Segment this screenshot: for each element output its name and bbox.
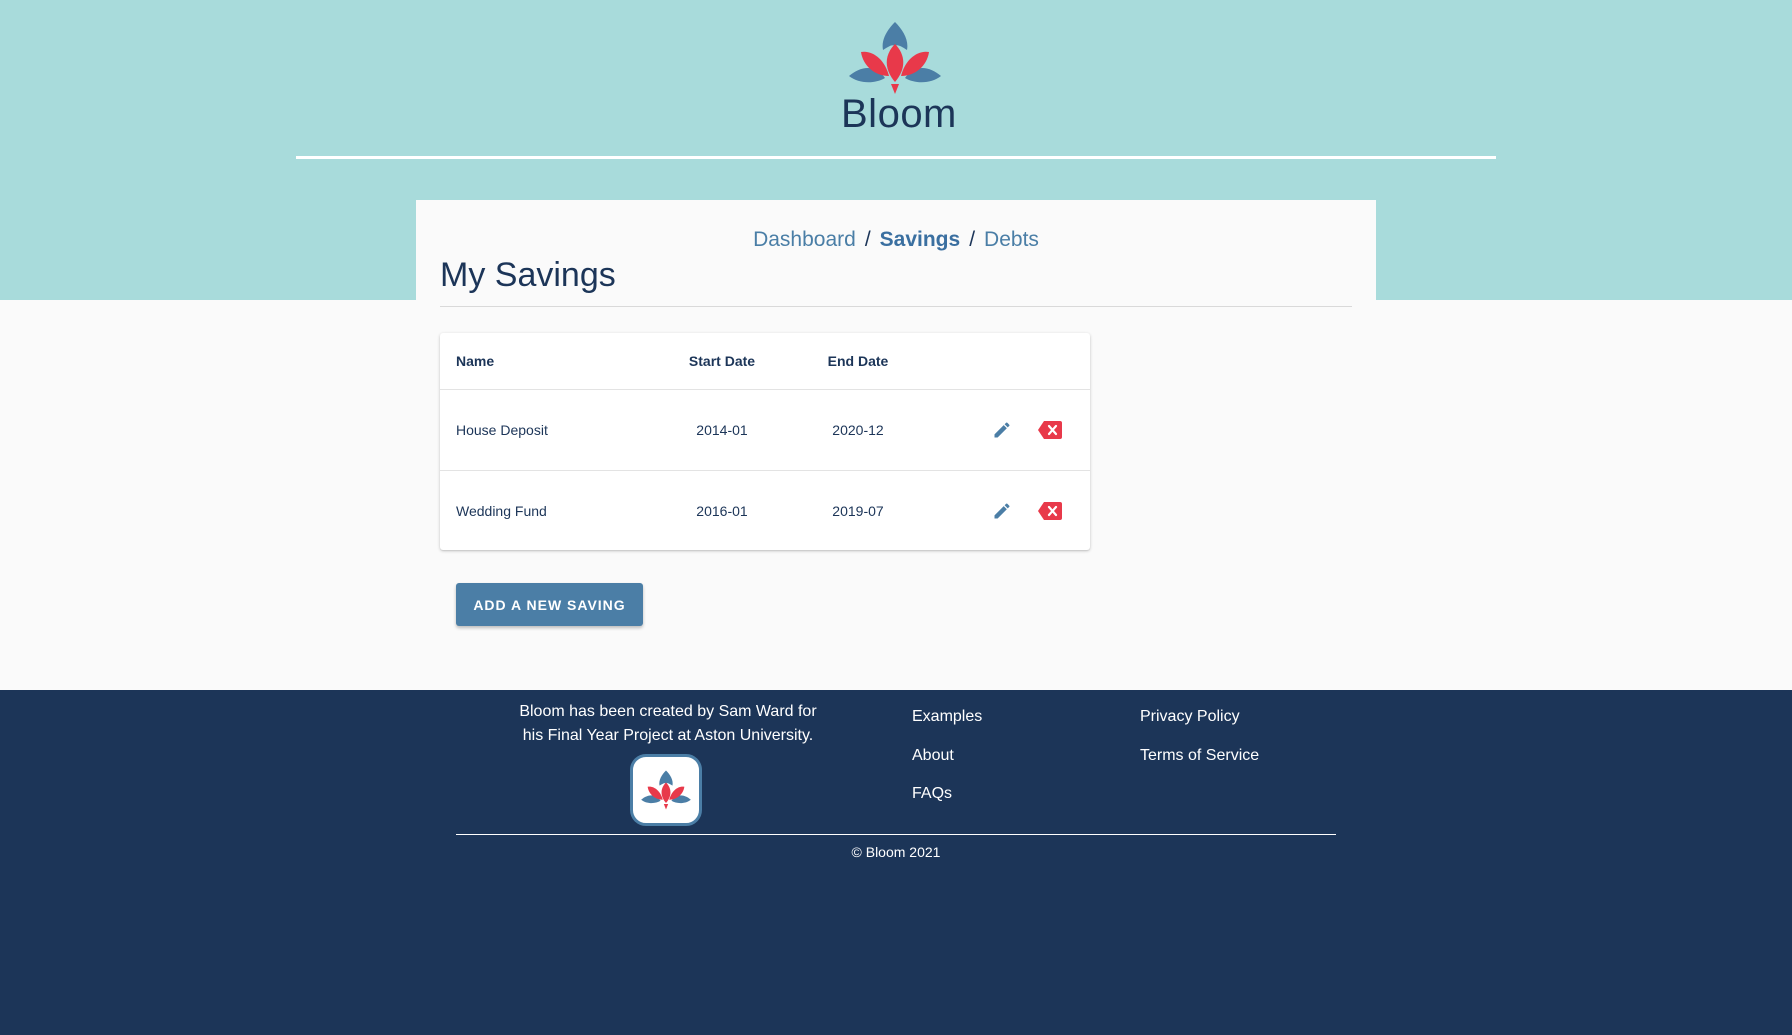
footer-link-faqs[interactable]: FAQs xyxy=(912,785,952,803)
breadcrumb-separator: / xyxy=(969,228,976,251)
column-header-end-date[interactable]: End Date xyxy=(808,353,908,369)
footer-link-privacy-policy[interactable]: Privacy Policy xyxy=(1140,708,1240,726)
footer-about-line: Bloom has been created by Sam Ward for xyxy=(519,703,817,720)
saving-end-date: 2019-07 xyxy=(832,502,884,519)
saving-start-date: 2016-01 xyxy=(696,502,748,519)
lotus-icon xyxy=(641,770,691,810)
copyright-text: © Bloom 2021 xyxy=(851,844,941,860)
footer-divider xyxy=(456,834,1336,835)
footer-link-examples[interactable]: Examples xyxy=(912,708,982,726)
breadcrumb-dashboard[interactable]: Dashboard xyxy=(753,228,856,251)
backspace-x-icon xyxy=(1038,421,1062,439)
breadcrumb-debts[interactable]: Debts xyxy=(984,228,1039,251)
footer-logo[interactable] xyxy=(630,754,702,826)
add-new-saving-button[interactable]: ADD A NEW SAVING xyxy=(456,583,643,626)
table-row: House Deposit 2014-01 2020-12 xyxy=(440,390,1090,471)
breadcrumb-separator: / xyxy=(864,228,871,251)
bloom-logo[interactable]: Bloom xyxy=(841,20,957,137)
saving-start-date: 2014-01 xyxy=(696,422,748,438)
footer-about-text: Bloom has been created by Sam Ward for h… xyxy=(508,700,828,748)
brand-name: Bloom xyxy=(841,92,957,136)
footer: Bloom has been created by Sam Ward for h… xyxy=(0,690,1792,1035)
footer-about-line: his Final Year Project at Aston Universi… xyxy=(522,727,814,744)
footer-link-about[interactable]: About xyxy=(912,747,954,765)
page-title: My Savings xyxy=(440,256,616,294)
pencil-icon xyxy=(994,502,1010,518)
delete-saving-button[interactable] xyxy=(1036,416,1064,444)
pencil-icon xyxy=(994,422,1010,438)
savings-table: Name Start Date End Date House Deposit 2… xyxy=(440,333,1090,550)
delete-saving-button[interactable] xyxy=(1036,497,1064,525)
table-row: Wedding Fund 2016-01 2019-07 xyxy=(440,471,1090,550)
saving-name: Wedding Fund xyxy=(456,502,547,519)
breadcrumb-savings[interactable]: Savings xyxy=(880,228,961,251)
backspace-x-icon xyxy=(1038,501,1062,520)
breadcrumb: Dashboard / Savings / Debts xyxy=(416,228,1376,252)
saving-end-date: 2020-12 xyxy=(832,422,884,438)
table-header-row: Name Start Date End Date xyxy=(440,333,1090,390)
column-header-start-date[interactable]: Start Date xyxy=(672,353,772,369)
edit-saving-button[interactable] xyxy=(988,416,1016,444)
title-divider xyxy=(440,306,1352,307)
header-divider xyxy=(296,156,1496,159)
saving-name: House Deposit xyxy=(456,422,548,438)
lotus-icon xyxy=(849,22,941,94)
column-header-name[interactable]: Name xyxy=(456,353,494,369)
footer-link-terms-of-service[interactable]: Terms of Service xyxy=(1140,747,1259,765)
edit-saving-button[interactable] xyxy=(988,497,1016,525)
